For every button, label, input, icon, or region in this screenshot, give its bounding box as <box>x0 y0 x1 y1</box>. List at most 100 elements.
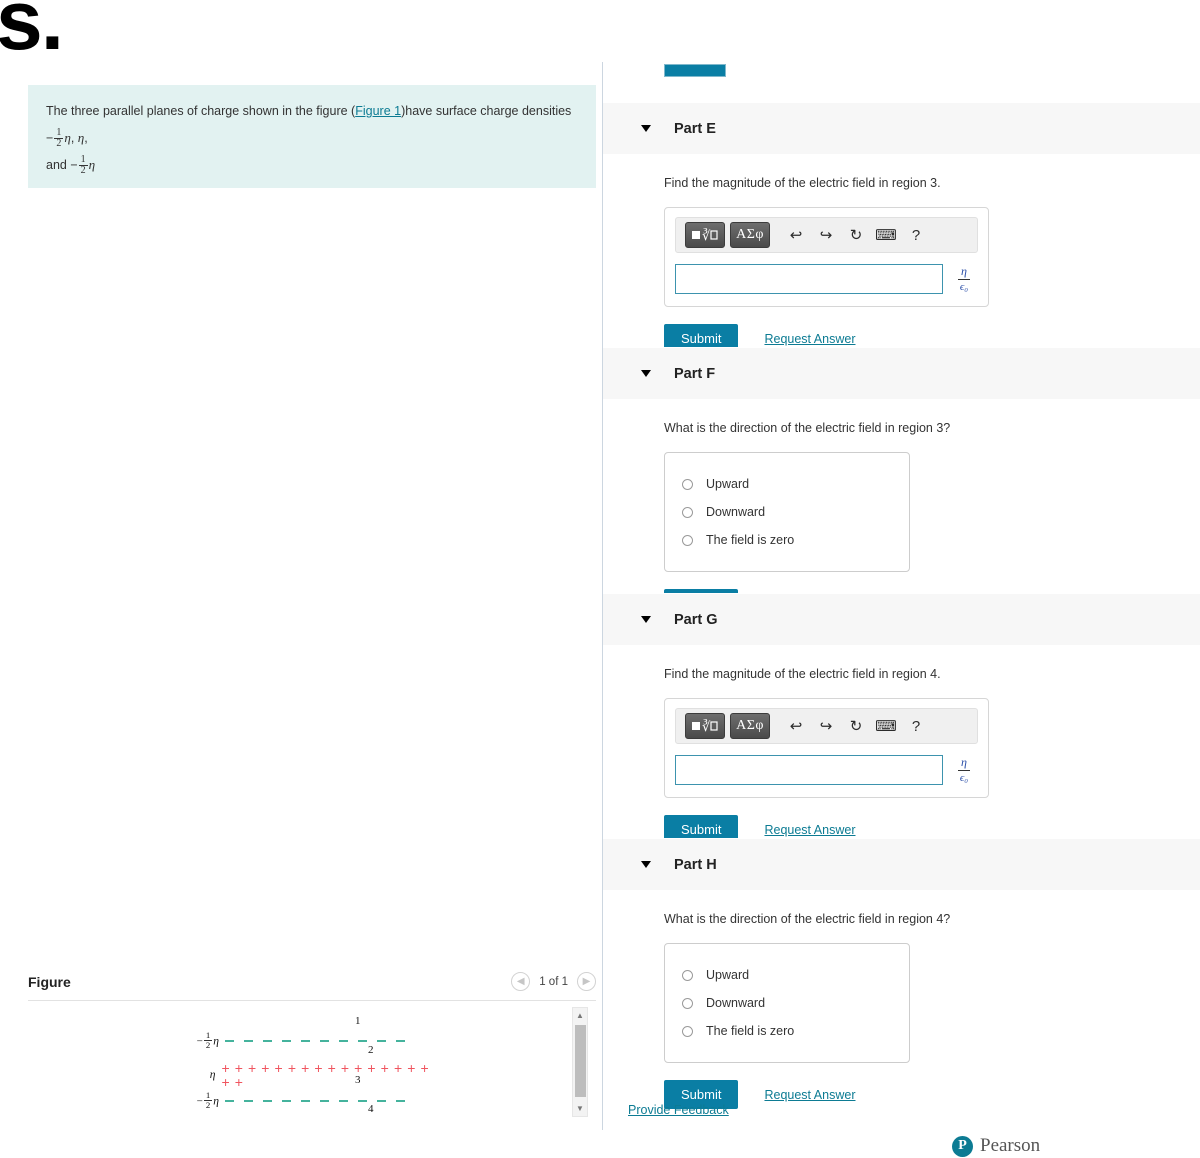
choice-h-zero[interactable]: The field is zero <box>665 1017 909 1045</box>
fraction-denominator: 2 <box>80 165 86 177</box>
scroll-down-arrow-icon[interactable]: ▼ <box>573 1101 587 1116</box>
problem-comma-1: , <box>70 130 78 145</box>
plane-row-top: −1 2 η <box>183 1030 433 1051</box>
part-title-e: Part E <box>674 120 716 137</box>
help-icon[interactable]: ? <box>901 222 931 248</box>
part-section-h: Part H What is the direction of the elec… <box>603 838 1200 1109</box>
unit-numerator: η <box>958 755 970 772</box>
plane-eta: η <box>213 1095 219 1108</box>
plane-label-top: −1 2 η <box>183 1030 225 1051</box>
greek-letters-button[interactable]: ΑΣφ <box>730 222 770 248</box>
scroll-up-arrow-icon[interactable]: ▲ <box>573 1008 587 1023</box>
answer-widget-e: ∛ ΑΣφ ↩ ↪ ↻ ⌨ ? η ϵ₀ <box>664 207 989 307</box>
figure-1-link[interactable]: Figure 1 <box>355 104 401 118</box>
answer-unit-e: η ϵ₀ <box>958 264 970 293</box>
problem-comma-2: , <box>84 130 88 145</box>
provide-feedback-link[interactable]: Provide Feedback <box>628 1103 729 1117</box>
part-body-f: What is the direction of the electric fi… <box>603 399 1200 618</box>
plane-row-middle: η + + + + + + + + + + + + + + + + + + <box>183 1061 433 1089</box>
question-text-h: What is the direction of the electric fi… <box>664 912 951 926</box>
figure-body: −1 2 η η + + + + + + + + + + + + + + + + +… <box>28 1001 596 1123</box>
greek-letters-button[interactable]: ΑΣφ <box>730 713 770 739</box>
part-header-f[interactable]: Part F <box>603 347 1200 399</box>
scrollbar-thumb[interactable] <box>575 1025 586 1097</box>
redo-icon[interactable]: ↪ <box>811 222 841 248</box>
part-header-h[interactable]: Part H <box>603 838 1200 890</box>
undo-icon[interactable]: ↩ <box>781 222 811 248</box>
collapse-caret-icon[interactable] <box>641 616 651 623</box>
charged-planes-diagram: −1 2 η η + + + + + + + + + + + + + + + + +… <box>183 1013 433 1118</box>
math-template-icon[interactable]: ∛ <box>685 713 725 739</box>
radio-icon[interactable] <box>682 969 693 981</box>
figure-next-button[interactable]: ▶ <box>577 972 596 991</box>
choice-h-downward[interactable]: Downward <box>665 989 909 1017</box>
request-answer-link-g[interactable]: Request Answer <box>764 823 855 837</box>
radio-icon[interactable] <box>682 506 693 518</box>
figure-prev-button[interactable]: ◀ <box>511 972 531 991</box>
keyboard-icon[interactable]: ⌨ <box>871 222 901 248</box>
figure-scrollbar[interactable]: ▲ ▼ <box>572 1007 588 1117</box>
radio-icon[interactable] <box>682 478 693 490</box>
reset-icon[interactable]: ↻ <box>841 222 871 248</box>
part-header-g[interactable]: Part G <box>603 593 1200 645</box>
problem-text-lead: The three parallel planes of charge show… <box>46 104 356 118</box>
part-body-e: Find the magnitude of the electric field… <box>603 154 1200 353</box>
plane-frac-den: 2 <box>205 1040 211 1051</box>
keyboard-icon[interactable]: ⌨ <box>871 713 901 739</box>
problem-statement-text: The three parallel planes of charge show… <box>46 99 578 178</box>
reset-icon[interactable]: ↻ <box>841 713 871 739</box>
request-answer-link-h[interactable]: Request Answer <box>764 1088 855 1102</box>
part-section-g: Part G Find the magnitude of the electri… <box>603 593 1200 844</box>
part-body-h: What is the direction of the electric fi… <box>603 890 1200 1109</box>
choice-label: Downward <box>706 996 766 1010</box>
radio-icon[interactable] <box>682 534 693 546</box>
collapse-caret-icon[interactable] <box>641 370 651 377</box>
figure-counter: 1 of 1 <box>539 975 568 988</box>
region-label-4: 4 <box>368 1103 374 1115</box>
plane-label-middle: η <box>183 1069 222 1081</box>
choice-f-zero[interactable]: The field is zero <box>665 526 909 554</box>
answer-input-e[interactable] <box>675 264 943 294</box>
problem-statement-box: The three parallel planes of charge show… <box>28 85 596 189</box>
plane-label-bottom: −1 2 η <box>183 1090 225 1110</box>
plane-fraction: 12 <box>203 1030 213 1051</box>
question-text-e: Find the magnitude of the electric field… <box>664 176 941 190</box>
help-icon[interactable]: ? <box>901 713 931 739</box>
radio-icon[interactable] <box>682 1025 693 1037</box>
part-body-g: Find the magnitude of the electric field… <box>603 645 1200 844</box>
part-title-h: Part H <box>674 856 717 873</box>
choice-group-f: Upward Downward The field is zero <box>664 452 910 572</box>
part-header-e[interactable]: Part E <box>603 102 1200 154</box>
collapse-caret-icon[interactable] <box>641 861 651 868</box>
undo-icon[interactable]: ↩ <box>781 713 811 739</box>
site-logo: s. <box>0 0 64 67</box>
previous-part-submit-button[interactable] <box>664 64 726 77</box>
part-title-g: Part G <box>674 611 718 628</box>
region-label-3: 3 <box>355 1074 361 1086</box>
answer-widget-g: ∛ ΑΣφ ↩ ↪ ↻ ⌨ ? η ϵ₀ <box>664 698 989 798</box>
region-label-1: 1 <box>355 1015 361 1027</box>
choice-h-upward[interactable]: Upward <box>665 961 909 989</box>
collapse-caret-icon[interactable] <box>641 125 651 132</box>
svg-text:∛: ∛ <box>702 228 711 243</box>
pearson-logo: P Pearson <box>952 1135 1040 1157</box>
request-answer-link-e[interactable]: Request Answer <box>764 332 855 346</box>
eta-symbol-3: η <box>88 156 96 172</box>
answer-input-g[interactable] <box>675 755 943 785</box>
region-label-2: 2 <box>368 1044 374 1056</box>
plane-minus: − <box>196 1035 203 1048</box>
negative-plane-dashes-bottom <box>225 1099 405 1102</box>
plane-eta: η <box>213 1035 219 1048</box>
radio-icon[interactable] <box>682 997 693 1009</box>
choice-f-downward[interactable]: Downward <box>665 498 909 526</box>
choice-label: The field is zero <box>706 1024 795 1038</box>
plane-eta: η <box>209 1069 216 1081</box>
unit-numerator: η <box>958 264 970 281</box>
part-section-e: Part E Find the magnitude of the electri… <box>603 102 1200 353</box>
actions-h: Submit Request Answer <box>664 1080 1200 1109</box>
choice-f-upward[interactable]: Upward <box>665 470 909 498</box>
redo-icon[interactable]: ↪ <box>811 713 841 739</box>
math-template-icon[interactable]: ∛ <box>685 222 725 248</box>
math-toolbar-e: ∛ ΑΣφ ↩ ↪ ↻ ⌨ ? <box>675 217 978 253</box>
right-column: Part E Find the magnitude of the electri… <box>603 0 1200 1158</box>
